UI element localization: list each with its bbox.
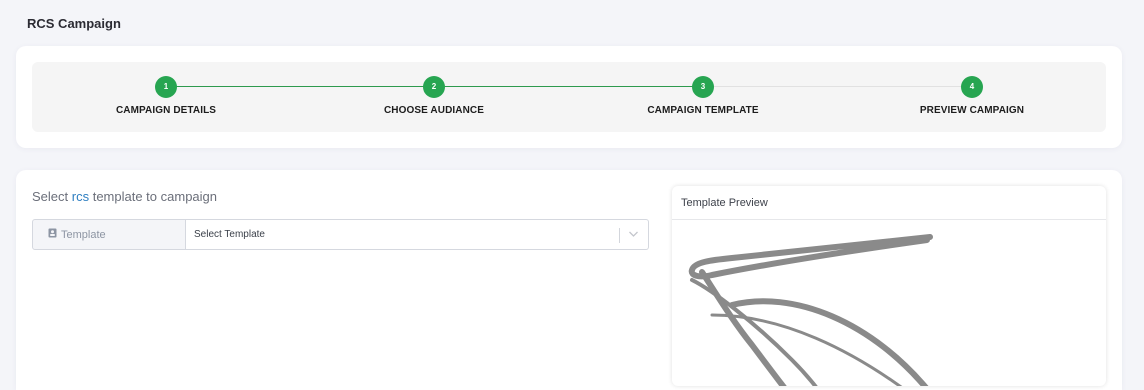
campaign-stepper: 1 CAMPAIGN DETAILS 2 CHOOSE AUDIANCE 3 C… — [32, 62, 1106, 132]
page-title: RCS Campaign — [27, 16, 121, 31]
template-select-value: Select Template — [194, 229, 265, 240]
select-separator — [619, 228, 620, 243]
step-label: CAMPAIGN TEMPLATE — [647, 105, 759, 116]
step-choose-audiance[interactable]: 2 CHOOSE AUDIANCE — [324, 76, 544, 116]
step-label: CHOOSE AUDIANCE — [383, 105, 485, 116]
select-template-heading: Select rcs template to campaign — [32, 189, 217, 204]
template-preview-title: Template Preview — [672, 186, 1106, 220]
step-label: CAMPAIGN DETAILS — [115, 105, 217, 116]
template-select[interactable]: Select Template — [186, 219, 649, 250]
heading-prefix: Select — [32, 189, 72, 204]
template-preview-body — [672, 220, 1106, 386]
template-preview-panel: Template Preview — [672, 186, 1106, 386]
contact-card-icon — [48, 228, 57, 241]
step-campaign-details[interactable]: 1 CAMPAIGN DETAILS — [56, 76, 276, 116]
stepper-card: 1 CAMPAIGN DETAILS 2 CHOOSE AUDIANCE 3 C… — [16, 46, 1122, 148]
heading-accent: rcs — [71, 189, 90, 204]
template-addon-label: Template — [61, 228, 106, 241]
heading-suffix: template to campaign — [89, 189, 217, 204]
step-campaign-template[interactable]: 3 CAMPAIGN TEMPLATE — [593, 76, 813, 116]
step-number-badge: 4 — [961, 76, 983, 98]
step-number-badge: 1 — [155, 76, 177, 98]
step-label: PREVIEW CAMPAIGN — [919, 105, 1025, 116]
chevron-down-icon[interactable] — [628, 230, 639, 241]
preview-scribble-image — [688, 234, 933, 386]
step-number-badge: 3 — [692, 76, 714, 98]
template-card: Select rcs template to campaign Template… — [16, 170, 1122, 390]
template-input-group: Template Select Template — [32, 219, 649, 250]
step-number-badge: 2 — [423, 76, 445, 98]
step-preview-campaign[interactable]: 4 PREVIEW CAMPAIGN — [862, 76, 1082, 116]
template-addon: Template — [32, 219, 186, 250]
